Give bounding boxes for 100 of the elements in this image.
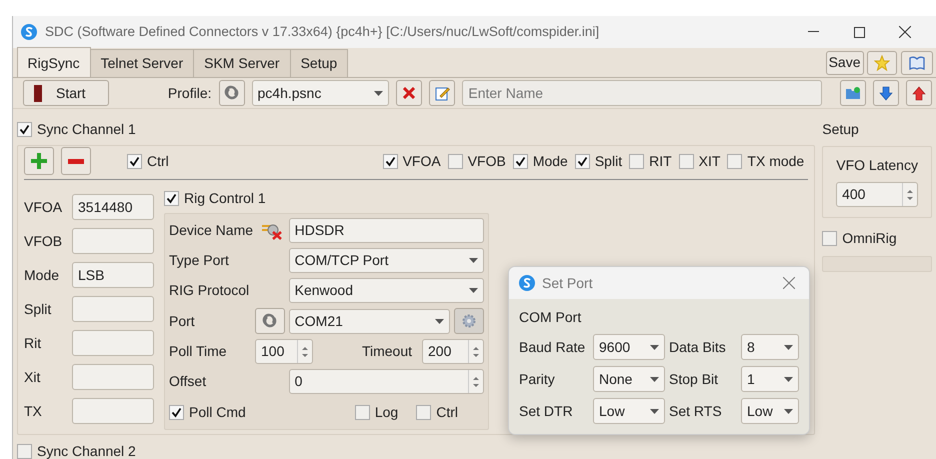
app-logo-icon [519,275,535,291]
stop-block-icon [34,84,42,102]
delete-button[interactable] [396,80,422,106]
tab[interactable]: SKM Server [193,49,291,77]
profile-label: Profile: [168,84,212,102]
section-title: Setup [822,120,860,139]
protocol-dropdown[interactable]: Kenwood [288,278,484,303]
readout-field: 3514480 [72,194,154,220]
type-port-dropdown[interactable]: COM/TCP Port [288,248,484,273]
checkbox-label: Ctrl [436,402,458,422]
field-label: Set RTS [669,402,723,420]
delete-icon [403,87,416,99]
checkbox[interactable] [169,404,184,420]
caret-icon [784,376,793,382]
port-dropdown[interactable]: COM21 [288,308,450,334]
help-button[interactable] [900,50,932,74]
caret-icon [469,258,478,263]
dropdown[interactable]: None [593,366,665,392]
checkbox[interactable] [17,444,32,458]
down-arrow-icon [879,86,893,100]
tab[interactable]: Setup [290,49,348,77]
book-icon [908,54,926,70]
field-label: Timeout [362,342,412,361]
port-settings-button[interactable] [454,308,484,334]
field-label: Poll Time [169,342,228,361]
checkbox[interactable] [512,154,528,168]
field-label: Data Bits [669,338,727,356]
field-label: Set DTR [519,402,574,420]
checkbox[interactable] [448,154,463,168]
upload-button[interactable] [906,80,932,106]
caret-icon [469,288,478,293]
checkbox-label: Poll Cmd [189,402,246,422]
download-button[interactable] [873,80,899,106]
folder-icon [845,86,861,100]
spin-arrows-icon[interactable] [905,188,916,200]
field-label: VFO Latency [836,156,918,175]
dropdown[interactable]: 8 [741,334,799,360]
dropdown[interactable]: 9600 [593,334,665,360]
up-arrow-icon [912,86,926,100]
checkbox[interactable] [574,154,590,168]
checkbox-label: TX mode [747,152,804,170]
name-field[interactable]: Enter Name [462,80,822,106]
check-icon [129,156,140,166]
refresh-button[interactable] [218,80,244,106]
checkbox[interactable] [382,154,398,168]
dropdown[interactable]: 1 [741,366,799,392]
check-icon [166,193,177,204]
checkbox[interactable] [17,122,32,137]
section-title: COM Port [519,308,582,327]
checkbox[interactable] [629,154,644,168]
spin-arrows-icon[interactable] [471,346,481,358]
close-icon[interactable] [899,26,911,38]
refresh-icon [262,313,278,329]
checkbox[interactable] [164,191,179,206]
field-label: Offset [169,372,208,391]
dropdown[interactable]: Low [593,398,665,424]
checkbox[interactable] [416,404,432,420]
readout-field: LSB [72,262,154,288]
minimize-icon[interactable] [808,31,818,33]
field-label: Device Name [169,221,254,240]
field-label: Type Port [169,251,230,270]
tab[interactable]: RigSync [16,47,91,77]
gear-icon [462,314,476,328]
vfo-latency-field[interactable]: 400 [836,182,918,207]
edit-button[interactable] [429,80,456,106]
refresh-button[interactable] [254,308,285,334]
profile-dropdown[interactable]: pc4h.psnc [252,80,390,106]
spin-arrows-icon[interactable] [471,376,481,388]
check-icon [19,124,30,135]
poll-time-field[interactable]: 100 [255,339,313,364]
spin-arrows-icon[interactable] [300,346,310,358]
checkbox-label: Sync Channel 2 [37,442,136,459]
caret-icon [650,408,659,414]
start-button[interactable]: Start [23,80,109,106]
save-button[interactable]: Save [826,50,864,74]
star-icon [874,54,890,70]
field-label: Stop Bit [669,370,720,389]
checkbox[interactable] [127,154,142,168]
minus-icon [68,158,84,164]
checkbox-label: RIT [649,152,672,170]
remove-button[interactable] [61,147,91,175]
checkbox[interactable] [678,154,694,168]
device-name-field[interactable]: HDSDR [288,218,484,243]
checkbox[interactable] [727,154,742,168]
offset-field[interactable]: 0 [288,369,484,394]
add-button[interactable] [24,147,54,175]
field-label: VFOA [24,198,62,216]
tab[interactable]: Telnet Server [90,49,194,77]
dropdown[interactable]: Low [741,398,799,424]
field-label: RIG Protocol [169,281,250,300]
timeout-field[interactable]: 200 [422,339,484,364]
checkbox[interactable] [822,231,838,246]
add-folder-button[interactable] [840,80,866,106]
checkbox-label: Log [374,402,398,422]
checkbox-label: Sync Channel 1 [37,120,136,139]
caret-icon [784,344,793,350]
maximize-icon[interactable] [854,26,864,38]
checkbox[interactable] [354,404,370,420]
field-label: Split [24,300,52,319]
field-label: Port [169,312,196,330]
